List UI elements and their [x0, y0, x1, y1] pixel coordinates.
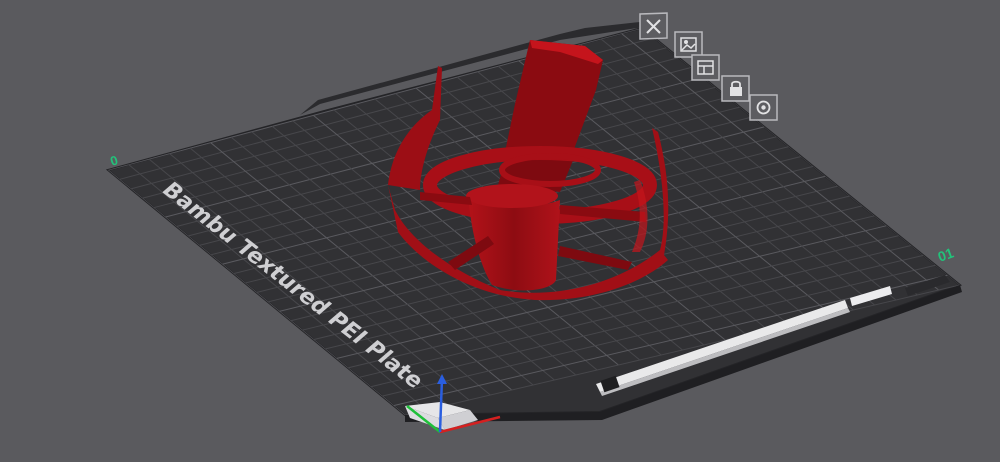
- plate-settings-button[interactable]: [749, 94, 778, 121]
- 3d-viewport[interactable]: Bambu Textured PEI Plate 01 0: [0, 0, 1000, 462]
- origin-marker: 0: [108, 152, 120, 169]
- delete-plate-button[interactable]: [639, 12, 668, 40]
- arrange-plate-button[interactable]: [691, 54, 720, 81]
- pick-plate-button[interactable]: [674, 31, 703, 58]
- lock-plate-button[interactable]: [721, 75, 750, 102]
- plate-index-marker: 01: [936, 244, 956, 264]
